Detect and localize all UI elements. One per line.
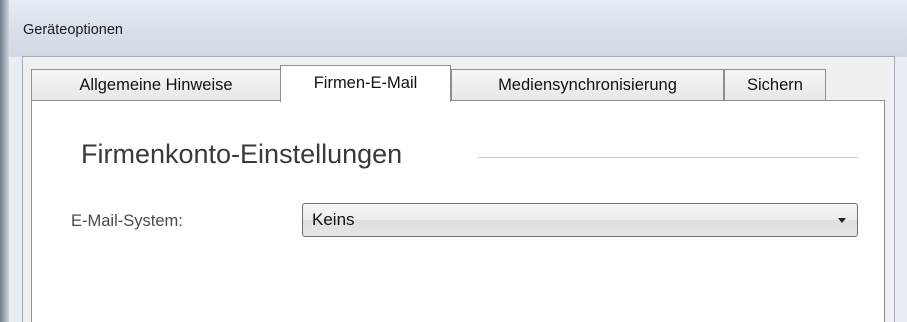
device-options-window: Geräteoptionen Allgemeine Hinweise Firme… <box>9 0 907 322</box>
title-bar[interactable]: Geräteoptionen <box>9 0 907 57</box>
chevron-down-icon[interactable] <box>838 218 846 223</box>
email-system-dropdown[interactable]: Keins <box>302 203 858 237</box>
section-divider <box>478 157 858 158</box>
window-title: Geräteoptionen <box>23 22 123 38</box>
window-edge <box>0 0 9 322</box>
section-title: Firmenkonto-Einstellungen <box>81 139 403 169</box>
company-email-panel: Firmenkonto-Einstellungen E-Mail-System:… <box>31 100 885 322</box>
tab-media-sync[interactable]: Mediensynchronisierung <box>451 69 724 101</box>
email-system-label: E-Mail-System: <box>71 212 183 230</box>
tab-general-notes[interactable]: Allgemeine Hinweise <box>31 69 281 101</box>
email-system-selected-value: Keins <box>312 210 355 229</box>
tab-backup[interactable]: Sichern <box>724 69 826 101</box>
tab-company-email[interactable]: Firmen-E-Mail <box>280 65 451 102</box>
